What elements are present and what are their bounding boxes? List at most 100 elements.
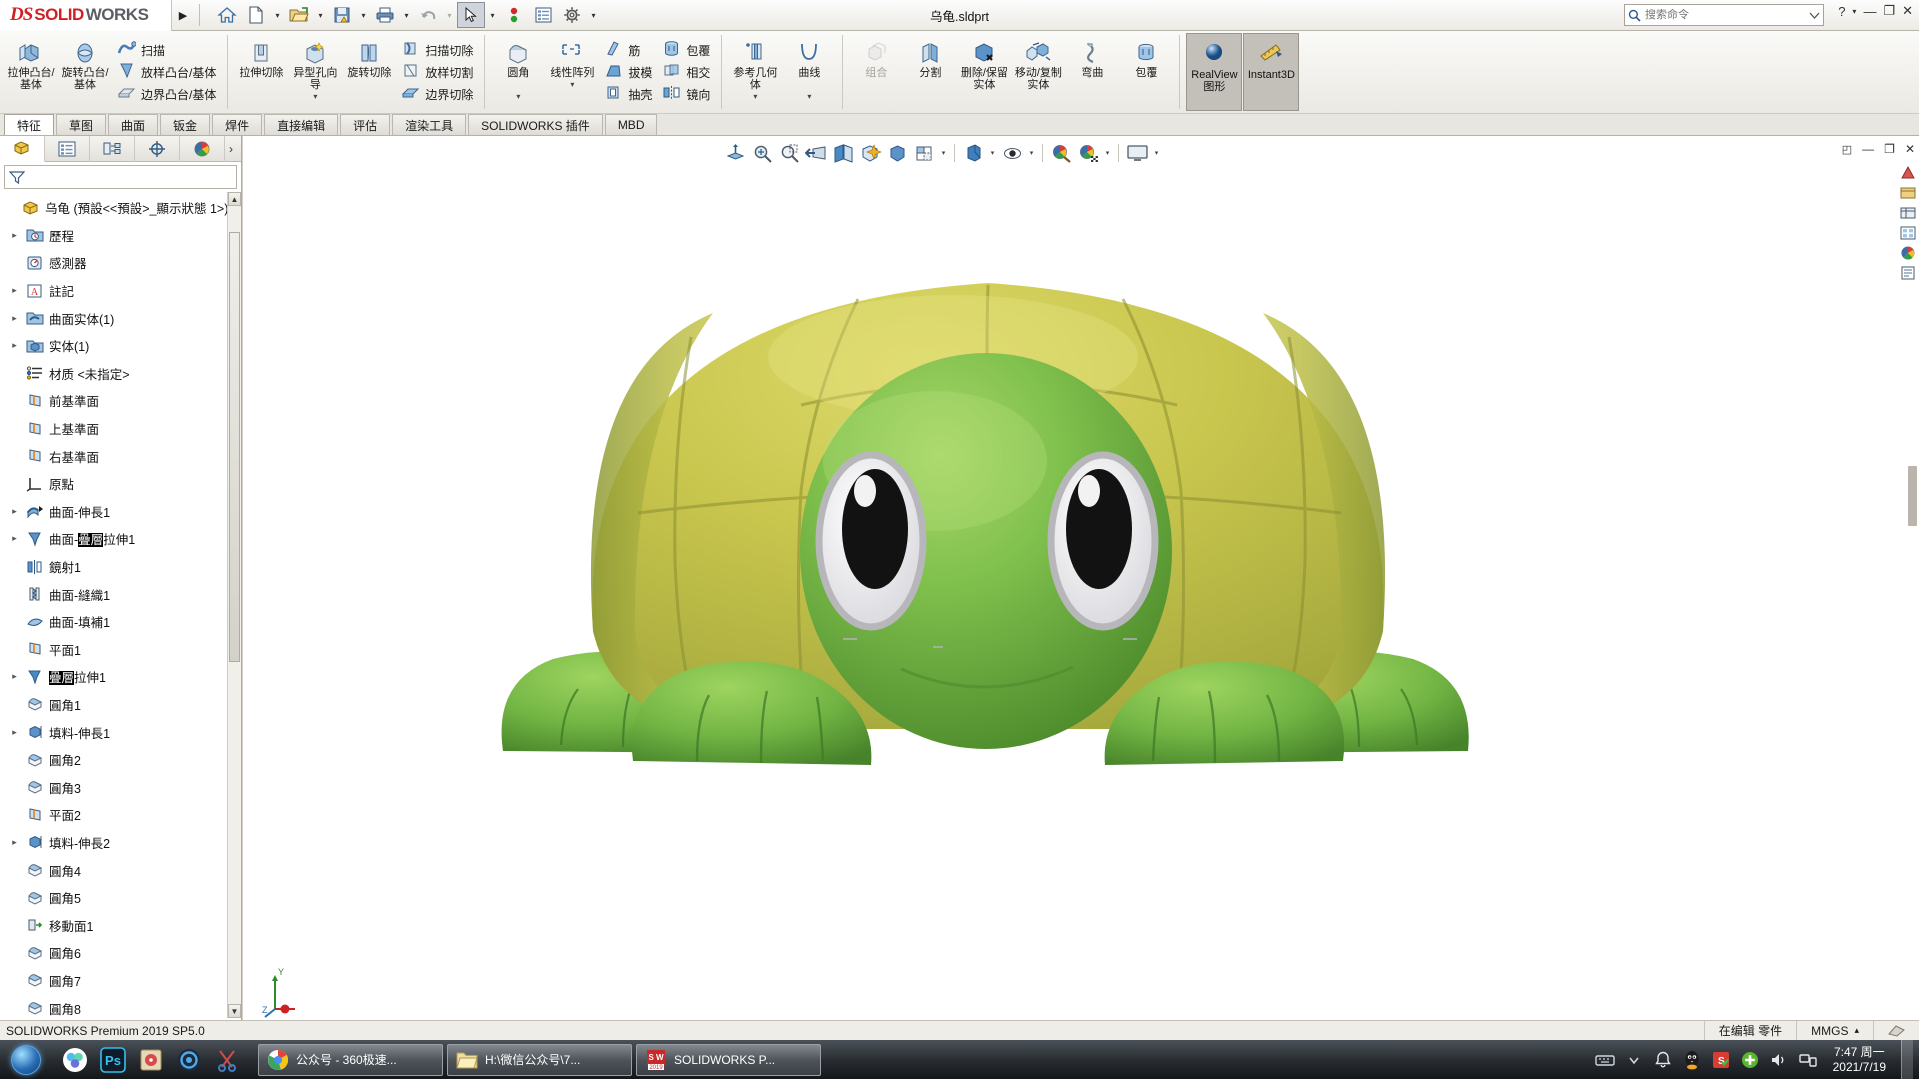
- tree-expand-arrow-icon[interactable]: ▸: [8, 285, 21, 296]
- options-list-icon[interactable]: [529, 2, 557, 28]
- revolve-cut-button[interactable]: 旋转切除: [342, 33, 396, 111]
- search-command-box[interactable]: [1624, 4, 1824, 26]
- sweep-button[interactable]: 扫描: [114, 40, 219, 61]
- task-pane-file-explorer-icon[interactable]: [1899, 204, 1917, 222]
- new-document-caret-icon[interactable]: ▾: [271, 2, 284, 28]
- save-icon[interactable]: [328, 2, 356, 28]
- doc-restore-split-icon[interactable]: ◰: [1842, 143, 1852, 156]
- qq-penguin-icon[interactable]: [1682, 1049, 1702, 1071]
- gear-caret-icon[interactable]: ▾: [587, 2, 600, 28]
- taskbar-icon-camera[interactable]: [172, 1044, 206, 1076]
- doc-restore-button[interactable]: ❐: [1884, 142, 1895, 156]
- tree-scroll-thumb[interactable]: [229, 232, 240, 662]
- tree-item[interactable]: ▸歷程: [0, 222, 227, 250]
- taskbar-clock[interactable]: 7:47 周一 2021/7/19: [1827, 1045, 1892, 1075]
- tree-item[interactable]: 原點: [0, 470, 227, 498]
- open-caret-icon[interactable]: ▾: [314, 2, 327, 28]
- linear-pattern-caret-icon[interactable]: ▾: [570, 79, 574, 90]
- tree-item[interactable]: 圓角5: [0, 884, 227, 912]
- tree-item[interactable]: ▸A註記: [0, 277, 227, 305]
- select-cursor-icon[interactable]: [457, 2, 485, 28]
- help-icon[interactable]: ?: [1838, 4, 1845, 19]
- viewport-caret-icon[interactable]: ▾: [1152, 149, 1161, 157]
- tree-item[interactable]: 感測器: [0, 249, 227, 277]
- graphics-vertical-scrollbar-thumb[interactable]: [1908, 466, 1917, 526]
- doc-close-button[interactable]: ✕: [1905, 142, 1915, 156]
- linear-pattern-button[interactable]: 线性阵列 ▾: [545, 33, 599, 111]
- instant3d-button[interactable]: Instant3D: [1243, 33, 1299, 111]
- scene-caret-icon[interactable]: ▾: [1103, 149, 1112, 157]
- fillet-button[interactable]: 圆角 ▾: [491, 33, 545, 111]
- delete-keep-body-button[interactable]: 删除/保留实体: [957, 33, 1011, 111]
- task-pane-design-library-icon[interactable]: [1899, 184, 1917, 202]
- mirror-button[interactable]: 镜向: [659, 84, 713, 105]
- extrude-boss-button[interactable]: 拉伸凸台/基体: [4, 33, 58, 111]
- tree-item[interactable]: 右基準面: [0, 442, 227, 470]
- tab-weldments[interactable]: 焊件: [212, 114, 262, 135]
- taskbar-task-browser[interactable]: 公众号 - 360极速...: [258, 1044, 443, 1076]
- tree-item[interactable]: 上基準面: [0, 415, 227, 443]
- revolve-boss-button[interactable]: 旋转凸台/基体: [58, 33, 112, 111]
- gear-icon[interactable]: [558, 2, 586, 28]
- display-manager-tab[interactable]: [180, 136, 225, 162]
- tab-render-tools[interactable]: 渲染工具: [392, 114, 466, 135]
- sogou-icon[interactable]: S: [1711, 1049, 1731, 1071]
- keyboard-icon[interactable]: [1595, 1049, 1615, 1071]
- minimize-button[interactable]: —: [1863, 4, 1876, 19]
- hole-wizard-caret-icon[interactable]: ▾: [313, 91, 317, 102]
- tree-item[interactable]: 圓角3: [0, 773, 227, 801]
- help-caret-icon[interactable]: ▾: [1852, 7, 1856, 16]
- tree-scroll-up-icon[interactable]: ▲: [228, 192, 241, 206]
- undo-icon[interactable]: [414, 2, 442, 28]
- hole-wizard-button[interactable]: 异型孔向导 ▾: [288, 33, 342, 111]
- tree-expand-arrow-icon[interactable]: ▸: [8, 340, 21, 351]
- taskbar-icon-browser[interactable]: [58, 1044, 92, 1076]
- tree-expand-arrow-icon[interactable]: ▸: [8, 230, 21, 241]
- select-caret-icon[interactable]: ▾: [486, 2, 499, 28]
- shell-button[interactable]: 抽壳: [601, 84, 655, 105]
- rebuild-icon[interactable]: [500, 2, 528, 28]
- realview-graphics-button[interactable]: RealView 图形: [1186, 33, 1242, 111]
- tree-item[interactable]: 圓角8: [0, 994, 227, 1018]
- close-button[interactable]: ✕: [1902, 3, 1913, 19]
- tree-item[interactable]: 前基準面: [0, 387, 227, 415]
- curves-caret-icon[interactable]: ▾: [807, 91, 811, 102]
- network-icon[interactable]: [1798, 1049, 1818, 1071]
- intersect-button[interactable]: 相交: [659, 62, 713, 83]
- tab-evaluate[interactable]: 评估: [340, 114, 390, 135]
- hide-show-caret-icon[interactable]: ▾: [939, 149, 948, 157]
- tree-item[interactable]: 圓角7: [0, 967, 227, 995]
- tree-item[interactable]: 圓角6: [0, 939, 227, 967]
- show-desktop-button[interactable]: [1901, 1040, 1913, 1079]
- boundary-cut-button[interactable]: 边界切除: [398, 84, 476, 105]
- print-caret-icon[interactable]: ▾: [400, 2, 413, 28]
- tree-item[interactable]: ▸实体(1): [0, 332, 227, 360]
- show-hidden-icons-caret[interactable]: [1624, 1049, 1644, 1071]
- tree-item[interactable]: 鏡射1: [0, 553, 227, 581]
- plus-circle-icon[interactable]: [1740, 1049, 1760, 1071]
- restore-button[interactable]: ❐: [1883, 3, 1895, 19]
- tree-item[interactable]: ▸曲面-疊層拉伸1: [0, 525, 227, 553]
- taskbar-icon-media[interactable]: [134, 1044, 168, 1076]
- tree-expand-arrow-icon[interactable]: ▸: [8, 313, 21, 324]
- task-pane-custom-properties-icon[interactable]: [1899, 264, 1917, 282]
- tree-expand-arrow-icon[interactable]: ▸: [8, 727, 21, 738]
- configuration-manager-tab[interactable]: [90, 136, 135, 162]
- tab-solidworks-addins[interactable]: SOLIDWORKS 插件: [468, 114, 603, 135]
- reference-geometry-button[interactable]: 参考几何体 ▾: [728, 33, 782, 111]
- wrap2-button[interactable]: 包覆: [1119, 33, 1173, 111]
- tree-item[interactable]: ▸疊層拉伸1: [0, 663, 227, 691]
- tree-scrollbar[interactable]: ▲ ▼: [227, 192, 241, 1018]
- task-pane-appearances-icon[interactable]: [1899, 244, 1917, 262]
- tree-item[interactable]: ▸曲面-伸長1: [0, 498, 227, 526]
- dimxpert-manager-tab[interactable]: [135, 136, 180, 162]
- tree-filter-box[interactable]: [4, 165, 237, 189]
- boundary-boss-button[interactable]: 边界凸台/基体: [114, 84, 219, 105]
- status-units-caret-icon[interactable]: ▴: [1854, 1025, 1859, 1036]
- task-pane-view-palette-icon[interactable]: [1899, 224, 1917, 242]
- property-manager-tab[interactable]: [45, 136, 90, 162]
- tree-item[interactable]: 平面1: [0, 636, 227, 664]
- extrude-cut-button[interactable]: 拉伸切除: [234, 33, 288, 111]
- taskbar-task-explorer[interactable]: H:\微信公众号\7...: [447, 1044, 632, 1076]
- loft-cut-button[interactable]: 放样切割: [398, 62, 476, 83]
